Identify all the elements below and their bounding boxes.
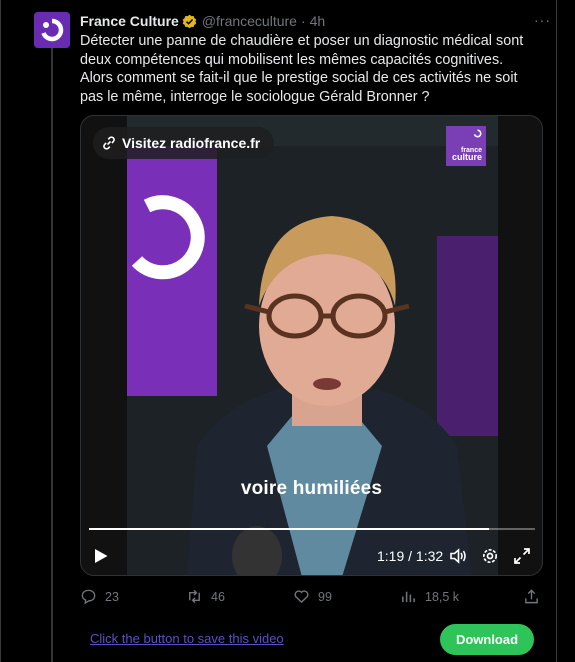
link-icon — [103, 136, 115, 150]
views-count: 18,5 k — [425, 589, 460, 604]
progress-fill — [89, 528, 489, 530]
display-name[interactable]: France Culture — [80, 13, 179, 29]
like-count: 99 — [318, 589, 332, 604]
visit-link-label: Visitez radiofrance.fr — [122, 135, 261, 151]
reply-icon — [81, 589, 96, 605]
tweet-header: France Culture @franceculture · 4h ··· — [80, 12, 551, 30]
save-video-link[interactable]: Click the button to save this video — [90, 631, 284, 646]
brand-line-2: culture — [451, 152, 482, 162]
avatar[interactable] — [34, 12, 70, 48]
more-options-icon[interactable]: ··· — [534, 12, 551, 28]
reply-count: 23 — [105, 589, 119, 604]
views-chart-icon — [402, 591, 415, 603]
france-culture-logo-icon — [34, 12, 70, 48]
play-icon[interactable] — [93, 548, 109, 564]
repost-button[interactable]: 46 — [186, 588, 225, 605]
reply-button[interactable]: 23 — [80, 588, 119, 605]
visit-link-pill[interactable]: Visitez radiofrance.fr — [93, 127, 275, 159]
brand-mark-icon — [473, 129, 482, 138]
heart-icon — [294, 590, 309, 604]
download-button[interactable]: Download — [440, 624, 534, 655]
video-player[interactable]: Visitez radiofrance.fr france culture vo… — [80, 115, 543, 576]
repost-count: 46 — [211, 589, 225, 604]
timestamp[interactable]: 4h — [310, 13, 326, 29]
like-button[interactable]: 99 — [293, 588, 332, 605]
progress-bar[interactable] — [89, 528, 535, 530]
verified-badge-icon — [182, 14, 197, 28]
settings-icon[interactable] — [480, 546, 500, 566]
timecode: 1:19 / 1:32 — [377, 548, 444, 564]
share-button[interactable] — [523, 588, 548, 605]
left-border — [0, 0, 1, 662]
user-handle[interactable]: @franceculture — [202, 13, 297, 29]
france-culture-badge: france culture — [446, 126, 486, 166]
share-icon — [525, 589, 538, 604]
fullscreen-icon[interactable] — [512, 546, 532, 566]
tweet-actions: 23 46 99 18,5 k — [80, 588, 540, 608]
thread-line — [51, 48, 53, 662]
video-subtitle: voire humiliées — [240, 478, 383, 499]
video-controls: 1:19 / 1:32 — [81, 544, 542, 568]
repost-icon — [189, 589, 200, 604]
video-still-image — [127, 116, 498, 575]
volume-icon[interactable] — [448, 546, 468, 566]
right-border — [556, 0, 557, 662]
video-frame — [127, 116, 498, 575]
tweet-text: Détecter une panne de chaudière et poser… — [80, 33, 524, 105]
separator-dot: · — [300, 13, 306, 29]
views-button[interactable]: 18,5 k — [400, 588, 459, 605]
